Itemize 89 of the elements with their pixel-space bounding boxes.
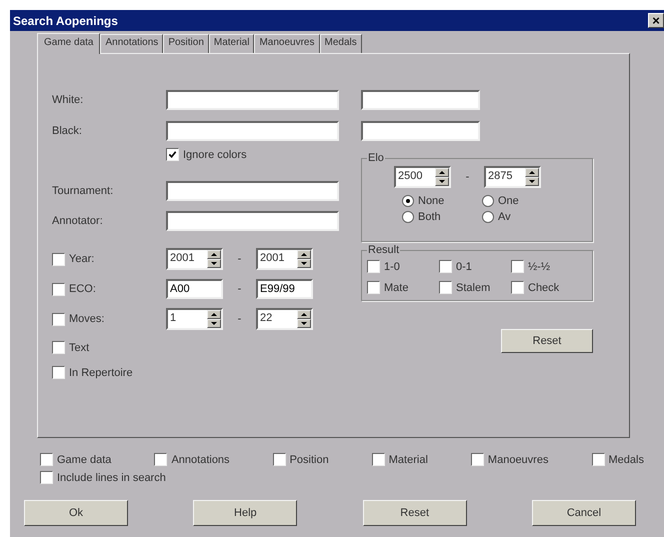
checkbox[interactable] (592, 453, 604, 466)
checkbox-label: Game data (57, 454, 112, 466)
checkbox[interactable] (367, 260, 380, 273)
checkbox-label: Check (528, 282, 560, 294)
spinner-arrows-icon[interactable] (435, 168, 449, 186)
group-title: Elo (367, 152, 385, 164)
checkbox-label: Medals (608, 454, 644, 466)
spin-box[interactable]: 2875 (484, 166, 541, 188)
radio-button[interactable] (482, 211, 494, 223)
checkbox-label: Material (388, 454, 428, 466)
input-field[interactable] (361, 90, 480, 110)
spinner-arrows-icon[interactable] (525, 168, 539, 186)
checkbox[interactable] (52, 252, 65, 266)
range-separator: - (464, 171, 470, 183)
spinner-arrows-icon[interactable] (297, 250, 311, 268)
tab[interactable]: Annotations (100, 34, 164, 53)
checkbox-label: ECO: (69, 283, 96, 295)
input-field[interactable]: E99/99 (256, 279, 313, 299)
radio-button[interactable] (402, 195, 414, 207)
tab[interactable]: Position (163, 34, 209, 53)
range-separator: - (236, 283, 242, 295)
checkbox[interactable] (511, 281, 524, 294)
checkbox-label: Mate (384, 282, 408, 294)
field-label: Tournament: (52, 185, 114, 197)
radio-label: None (418, 195, 444, 207)
reset-button[interactable]: Reset (501, 329, 593, 353)
checkbox-label: Manoeuvres (488, 454, 548, 466)
checkbox-label: Annotations (171, 454, 230, 466)
checkbox-label: 0-1 (456, 260, 472, 272)
checkbox[interactable] (439, 281, 452, 294)
tab[interactable]: Manoeuvres (254, 34, 320, 53)
checkbox[interactable] (40, 471, 53, 484)
field-label: White: (52, 94, 84, 106)
checkbox[interactable] (154, 453, 168, 466)
tab[interactable]: Medals (320, 34, 362, 53)
checkbox[interactable] (511, 260, 524, 273)
radio-label: Both (418, 211, 441, 223)
spinner-arrows-icon[interactable] (297, 310, 311, 328)
spin-box[interactable]: 22 (256, 308, 313, 330)
checkbox[interactable] (439, 260, 452, 273)
input-field[interactable] (166, 211, 339, 231)
dialog-button[interactable]: Ok (24, 500, 128, 526)
checkbox-label: Position (290, 454, 329, 466)
checkbox-label: Stalem (456, 282, 490, 294)
spinner-arrows-icon[interactable] (207, 310, 221, 328)
checkbox[interactable] (470, 453, 484, 466)
checkbox-label: Year: (69, 253, 94, 265)
checkbox-label: In Repertoire (69, 366, 133, 378)
input-field[interactable] (361, 121, 480, 141)
radio-button[interactable] (402, 211, 414, 223)
radio-button[interactable] (482, 195, 494, 207)
radio-label: Av (498, 211, 511, 223)
checkbox-label: Text (69, 342, 90, 354)
checkbox[interactable] (52, 366, 65, 379)
window-title: Search Aopenings (13, 14, 118, 28)
close-button[interactable]: × (648, 13, 664, 28)
checkbox[interactable] (372, 453, 385, 466)
spin-box[interactable]: 1 (166, 308, 223, 330)
range-separator: - (236, 253, 242, 265)
checkbox[interactable] (52, 282, 65, 296)
tab[interactable]: Material (208, 34, 254, 53)
group-title: Result (367, 244, 400, 256)
field-label: Black: (52, 125, 83, 137)
dialog-button[interactable]: Reset (362, 500, 467, 526)
checkbox-label: Include lines in search (57, 472, 166, 484)
spin-box[interactable]: 2500 (394, 166, 451, 188)
checkbox-label: 1-0 (384, 260, 400, 272)
spinner-arrows-icon[interactable] (207, 250, 221, 268)
input-field[interactable]: A00 (166, 279, 223, 299)
range-separator: - (236, 313, 242, 325)
checkbox[interactable] (166, 148, 179, 161)
checkbox-label: Moves: (69, 313, 104, 325)
spin-box[interactable]: 2001 (256, 248, 313, 270)
checkbox[interactable] (52, 312, 65, 326)
dialog-button[interactable]: Help (193, 500, 298, 526)
dialog-button[interactable]: Cancel (532, 500, 636, 526)
checkbox[interactable] (272, 453, 286, 466)
input-field[interactable] (166, 90, 339, 110)
checkbox-label: Ignore colors (183, 148, 247, 160)
input-field[interactable] (166, 121, 339, 141)
field-label: Annotator: (52, 215, 104, 227)
checkbox-label: ½-½ (528, 260, 550, 272)
checkbox[interactable] (40, 453, 53, 466)
tab[interactable]: Game data (37, 33, 100, 54)
input-field[interactable] (166, 181, 339, 201)
checkbox[interactable] (367, 281, 380, 294)
radio-label: One (498, 195, 519, 207)
spin-box[interactable]: 2001 (166, 248, 223, 270)
checkbox[interactable] (52, 341, 65, 354)
